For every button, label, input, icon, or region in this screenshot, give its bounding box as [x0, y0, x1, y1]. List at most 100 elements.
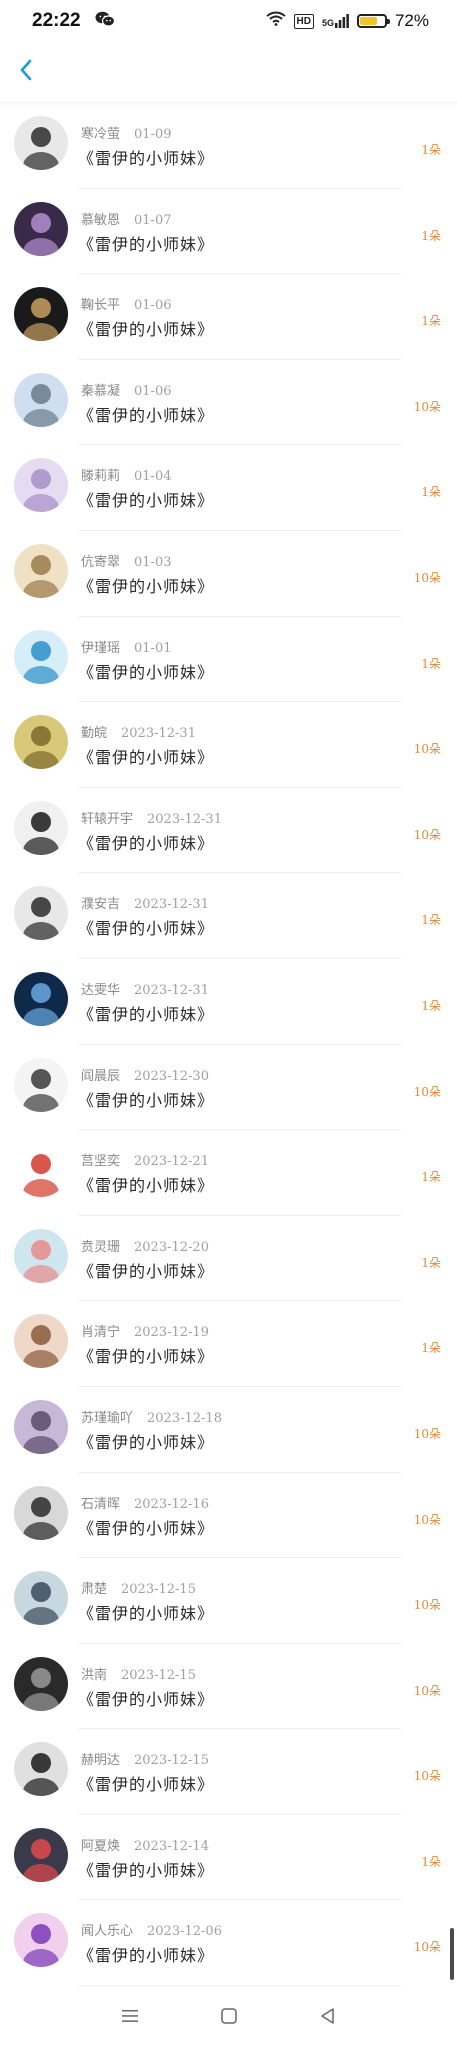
- user-name: 肃楚: [81, 1582, 108, 1598]
- menu-icon: [120, 2008, 140, 2028]
- list-item[interactable]: 洪南 2023-12-15 《雷伊的小师妹》 10朵: [0, 1644, 457, 1730]
- avatar[interactable]: [14, 1827, 68, 1882]
- avatar[interactable]: [14, 116, 68, 170]
- user-meta: 闻人乐心 2023-12-06: [81, 1920, 222, 1939]
- user-name: 勤皖: [81, 726, 108, 742]
- flower-count: 1朵: [421, 143, 441, 157]
- avatar[interactable]: [14, 1057, 68, 1112]
- user-meta: 鞠长平 01-06: [81, 294, 172, 313]
- list-item[interactable]: 濮安吉 2023-12-31 《雷伊的小师妹》 1朵: [0, 873, 457, 959]
- list-item[interactable]: 滕莉莉 01-04 《雷伊的小师妹》 1朵: [0, 445, 457, 531]
- list-item[interactable]: 达雯华 2023-12-31 《雷伊的小师妹》 1朵: [0, 959, 457, 1045]
- flower-count: 10朵: [413, 399, 441, 414]
- book-title: 《雷伊的小师妹》: [78, 1946, 215, 1966]
- list-item[interactable]: 伊瑾瑶 01-01 《雷伊的小师妹》 1朵: [0, 617, 457, 703]
- user-meta: 寒冷萤 01-09: [81, 123, 172, 142]
- status-time: 22:22: [32, 10, 81, 31]
- chevron-left-icon: [18, 58, 34, 86]
- list-item[interactable]: 轩辕开宇 2023-12-31 《雷伊的小师妹》 10朵: [0, 788, 457, 874]
- list-item[interactable]: 阿夏焕 2023-12-14 《雷伊的小师妹》 1朵: [0, 1815, 457, 1901]
- avatar[interactable]: [14, 1485, 68, 1540]
- book-title: 《雷伊的小师妹》: [78, 1518, 215, 1538]
- avatar[interactable]: [14, 1228, 68, 1283]
- user-meta: 滕莉莉 01-04: [81, 465, 172, 484]
- book-title: 《雷伊的小师妹》: [78, 662, 215, 682]
- list-item[interactable]: 勤皖 2023-12-31 《雷伊的小师妹》 10朵: [0, 702, 457, 788]
- list-item[interactable]: 阎晨辰 2023-12-30 《雷伊的小师妹》 10朵: [0, 1045, 457, 1131]
- list-item[interactable]: 伉寄翠 01-03 《雷伊的小师妹》 10朵: [0, 531, 457, 617]
- avatar[interactable]: [14, 971, 68, 1026]
- flower-count: 10朵: [413, 1769, 441, 1784]
- menu-button[interactable]: [115, 2003, 145, 2033]
- avatar[interactable]: [14, 1742, 68, 1797]
- flower-count: 1朵: [421, 1854, 441, 1869]
- list-item[interactable]: 肖清宁 2023-12-19 《雷伊的小师妹》 1朵: [0, 1301, 457, 1387]
- list-item[interactable]: 贲灵珊 2023-12-20 《雷伊的小师妹》 1朵: [0, 1216, 457, 1302]
- record-date: 01-03: [134, 554, 172, 570]
- flower-count: 1朵: [421, 913, 441, 928]
- avatar[interactable]: [14, 201, 68, 256]
- avatar[interactable]: [14, 1399, 68, 1454]
- avatar[interactable]: [14, 372, 68, 427]
- back-nav-button[interactable]: [313, 2003, 343, 2033]
- user-name: 莒坚奕: [81, 1154, 121, 1170]
- avatar[interactable]: [14, 1571, 68, 1626]
- avatar[interactable]: [14, 458, 68, 513]
- user-meta: 贲灵珊 2023-12-20: [81, 1236, 209, 1255]
- avatar[interactable]: [14, 543, 68, 598]
- wifi-icon: [265, 11, 286, 31]
- back-button[interactable]: [10, 56, 42, 88]
- list-item[interactable]: 鞠长平 01-06 《雷伊的小师妹》 1朵: [0, 274, 457, 360]
- book-title: 《雷伊的小师妹》: [78, 1347, 215, 1367]
- status-bar: 22:22 HD 5G 72%: [0, 0, 457, 42]
- avatar[interactable]: [14, 287, 68, 342]
- record-date: 01-09: [134, 127, 172, 142]
- book-title: 《雷伊的小师妹》: [78, 1689, 215, 1709]
- battery-icon: [356, 14, 390, 28]
- user-meta: 伉寄翠 01-03: [81, 551, 172, 570]
- user-meta: 轩辕开宇 2023-12-31: [81, 808, 222, 827]
- avatar[interactable]: [14, 715, 68, 770]
- user-name: 伊瑾瑶: [81, 640, 121, 656]
- avatar[interactable]: [14, 1656, 68, 1711]
- record-date: 01-04: [134, 469, 172, 485]
- flower-count: 10朵: [413, 827, 441, 842]
- user-meta: 慕敏恩 01-07: [81, 209, 172, 228]
- avatar[interactable]: [14, 800, 68, 855]
- back-triangle-icon: [318, 2006, 338, 2030]
- flower-count: 10朵: [413, 1940, 441, 1955]
- list-item[interactable]: 赫明达 2023-12-15 《雷伊的小师妹》 10朵: [0, 1729, 457, 1815]
- list-item[interactable]: 苏瑾瑜吖 2023-12-18 《雷伊的小师妹》 10朵: [0, 1387, 457, 1473]
- book-title: 《雷伊的小师妹》: [78, 1090, 215, 1110]
- list-item[interactable]: 秦慕凝 01-06 《雷伊的小师妹》 10朵: [0, 360, 457, 446]
- avatar[interactable]: [14, 1913, 68, 1968]
- list-item[interactable]: 闻人乐心 2023-12-06 《雷伊的小师妹》 10朵: [0, 1900, 457, 1987]
- user-name: 鞠长平: [81, 298, 121, 314]
- list-item[interactable]: 莒坚奕 2023-12-21 《雷伊的小师妹》 1朵: [0, 1130, 457, 1216]
- user-meta: 莒坚奕 2023-12-21: [81, 1150, 209, 1169]
- home-button[interactable]: [214, 2003, 244, 2033]
- signal-label: 5G: [321, 18, 334, 28]
- avatar[interactable]: [14, 886, 68, 941]
- user-name: 贲灵珊: [81, 1239, 121, 1255]
- flower-count: 1朵: [421, 656, 441, 671]
- book-title: 《雷伊的小师妹》: [78, 748, 215, 768]
- list-item[interactable]: 寒冷萤 01-09 《雷伊的小师妹》 1朵: [0, 103, 457, 189]
- flower-count: 1朵: [421, 1170, 441, 1185]
- user-name: 阿夏焕: [81, 1838, 121, 1854]
- user-name: 闻人乐心: [81, 1924, 134, 1940]
- user-name: 石清晖: [81, 1496, 121, 1512]
- list-item[interactable]: 肃楚 2023-12-15 《雷伊的小师妹》 10朵: [0, 1558, 457, 1644]
- list-item[interactable]: 石清晖 2023-12-16 《雷伊的小师妹》 10朵: [0, 1473, 457, 1559]
- avatar[interactable]: [14, 1143, 68, 1198]
- book-title: 《雷伊的小师妹》: [78, 491, 215, 511]
- flower-count: 10朵: [413, 742, 441, 757]
- record-date: 2023-12-31: [134, 897, 209, 913]
- record-date: 2023-12-31: [134, 982, 209, 998]
- avatar[interactable]: [14, 1314, 68, 1369]
- scrollbar[interactable]: [450, 1928, 454, 1980]
- avatar[interactable]: [14, 629, 68, 684]
- user-meta: 石清晖 2023-12-16: [81, 1493, 209, 1512]
- book-title: 《雷伊的小师妹》: [78, 833, 215, 853]
- list-item[interactable]: 慕敏恩 01-07 《雷伊的小师妹》 1朵: [0, 189, 457, 275]
